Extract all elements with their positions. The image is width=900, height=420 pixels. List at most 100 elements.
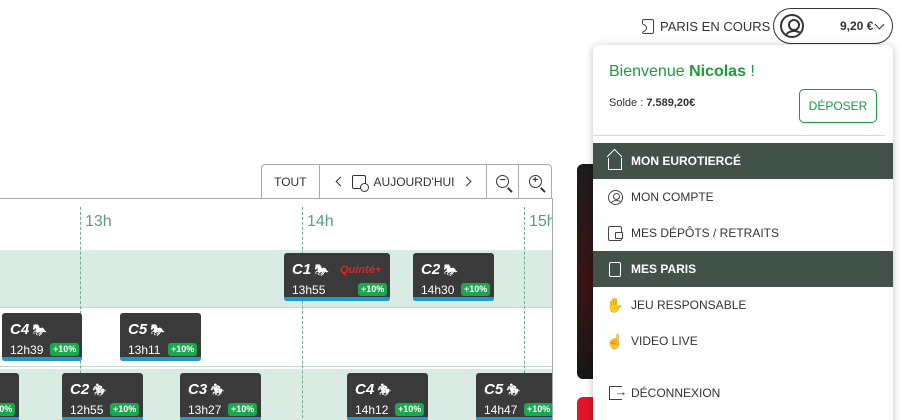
menu-item-depots-retraits[interactable]: MES DÉPÔTS / RETRAITS <box>593 215 893 251</box>
race-card[interactable]: 🏇+10% <box>0 373 19 420</box>
quinte-badge: Quinté+ <box>340 264 382 276</box>
race-card[interactable]: C2 🐎 14h30 +10% <box>413 253 494 301</box>
race-code: C4 <box>10 321 30 338</box>
bonus-badge: +10% <box>0 403 16 416</box>
menu-item-label: JEU RESPONSABLE <box>631 298 747 312</box>
race-code: C5 <box>484 381 504 398</box>
date-selector[interactable]: AUJOURD'HUI <box>320 165 488 198</box>
pointer-hand-icon: ☝ <box>606 333 624 349</box>
trot-sulky-icon: 🐎 <box>314 263 329 277</box>
zoom-in-icon: + <box>528 175 542 188</box>
race-code: C2 <box>421 261 441 278</box>
deposit-button[interactable]: DÉPOSER <box>799 89 877 123</box>
race-timeline: 13h 14h 15h C1🐎Quinté+13h55+10%C2🐎14h30+… <box>0 198 553 420</box>
gallop-horse-icon: 🏇 <box>506 383 521 397</box>
gallop-horse-icon: 🏇 <box>210 383 225 397</box>
balance-line: Solde : 7.589,20€ <box>609 97 696 109</box>
race-card[interactable]: C5 🏇 14h47 +10% <box>476 373 552 420</box>
race-progress-bar <box>120 357 201 361</box>
paris-en-cours-link[interactable]: PARIS EN COURS <box>642 17 770 35</box>
race-progress-bar <box>284 297 390 301</box>
race-progress-bar <box>413 297 494 301</box>
menu-item-jeu-responsable[interactable]: ✋ JEU RESPONSABLE <box>593 287 893 323</box>
race-code: C2 <box>70 381 90 398</box>
bonus-badge: +10% <box>461 283 491 296</box>
user-icon <box>607 189 623 205</box>
hour-label: 13h <box>85 213 112 230</box>
timeline-lane <box>0 309 552 367</box>
wallet-icon <box>607 225 623 241</box>
race-time: 12h39 <box>10 343 44 357</box>
home-icon <box>607 153 623 170</box>
calendar-icon <box>351 174 369 192</box>
bonus-badge: +10% <box>50 343 80 356</box>
race-card[interactable]: C3 🏇 13h27 +10% <box>180 373 261 420</box>
show-all-label: TOUT <box>274 174 307 189</box>
menu-item-label: VIDEO LIVE <box>631 334 698 348</box>
paris-en-cours-label: PARIS EN COURS <box>660 18 771 34</box>
avatar-icon <box>780 14 804 38</box>
ticket-icon <box>642 18 654 34</box>
menu-item-mon-eurotierce[interactable]: MON EUROTIERCÉ <box>593 143 893 179</box>
menu-item-label: MON EUROTIERCÉ <box>631 154 742 168</box>
menu-item-label: MES PARIS <box>631 262 697 276</box>
menu-item-mes-paris[interactable]: MES PARIS <box>593 251 893 287</box>
account-balance: 9,20 € <box>840 19 874 33</box>
race-time: 14h47 <box>484 403 518 417</box>
hour-gridline <box>302 207 303 420</box>
balance-value: 7.589,20€ <box>646 97 696 109</box>
zoom-out-icon: − <box>496 175 510 188</box>
race-progress-bar <box>2 357 82 361</box>
race-code: C4 <box>355 381 375 398</box>
divider <box>593 135 885 136</box>
user-name: Nicolas <box>689 63 746 80</box>
trot-sulky-icon: 🐎 <box>150 323 165 337</box>
race-code: C3 <box>188 381 208 398</box>
race-card[interactable]: C4 🏇 14h12 +10% <box>347 373 428 420</box>
race-card[interactable]: C1 🐎 Quinté+ 13h55 +10% <box>284 253 390 301</box>
trot-sulky-icon: 🐎 <box>32 323 47 337</box>
show-all-button[interactable]: TOUT <box>262 165 320 198</box>
hand-icon: ✋ <box>606 297 624 313</box>
menu-item-label: MON COMPTE <box>631 190 714 204</box>
chevron-down-icon <box>874 19 885 29</box>
race-time: 13h55 <box>292 283 326 297</box>
hour-label: 15h <box>529 213 552 230</box>
race-code: C1 <box>292 261 312 278</box>
zoom-in-button[interactable]: + <box>519 165 551 198</box>
previous-day-icon[interactable] <box>335 176 345 187</box>
race-time: 13h11 <box>128 343 161 357</box>
race-time: 14h30 <box>421 283 455 297</box>
menu-item-video-live[interactable]: ☝ VIDEO LIVE <box>593 323 893 359</box>
account-dropdown: Bienvenue Nicolas ! Solde : 7.589,20€ DÉ… <box>593 45 893 420</box>
zoom-out-button[interactable]: − <box>487 165 520 198</box>
race-code: C5 <box>128 321 148 338</box>
menu-item-label: MES DÉPÔTS / RETRAITS <box>631 226 780 240</box>
bonus-badge: +10% <box>358 283 388 296</box>
ticket-icon <box>607 261 623 277</box>
gallop-horse-icon: 🏇 <box>377 383 392 397</box>
date-label: AUJOURD'HUI <box>373 174 455 189</box>
race-card[interactable]: C4 🐎 12h39 +10% <box>2 313 82 361</box>
bonus-badge: +10% <box>168 343 198 356</box>
bonus-badge: +10% <box>110 403 140 416</box>
gallop-horse-icon: 🏇 <box>92 383 107 397</box>
page: PARIS EN COURS 9,20 € TOUT AUJOURD'HUI −… <box>0 0 900 420</box>
race-card[interactable]: C2 🏇 12h55 +10% <box>62 373 143 420</box>
trot-sulky-icon: 🐎 <box>443 263 458 277</box>
bonus-badge: +10% <box>395 403 425 416</box>
account-menu-button[interactable]: 9,20 € <box>773 8 893 44</box>
race-time: 13h27 <box>188 403 222 417</box>
welcome-message: Bienvenue Nicolas ! <box>609 63 755 80</box>
hour-label: 14h <box>307 213 334 230</box>
menu-item-label: DÉCONNEXION <box>631 386 721 400</box>
next-day-icon[interactable] <box>461 176 471 187</box>
race-time: 14h12 <box>355 403 389 417</box>
menu-item-mon-compte[interactable]: MON COMPTE <box>593 179 893 215</box>
calendar-toolbar: TOUT AUJOURD'HUI − + <box>261 164 552 198</box>
race-card[interactable]: C5 🐎 13h11 +10% <box>120 313 201 361</box>
logout-icon <box>607 384 628 401</box>
bonus-badge: +10% <box>228 403 258 416</box>
menu-item-deconnexion[interactable]: DÉCONNEXION <box>593 375 893 411</box>
bonus-badge: +10% <box>524 403 552 416</box>
